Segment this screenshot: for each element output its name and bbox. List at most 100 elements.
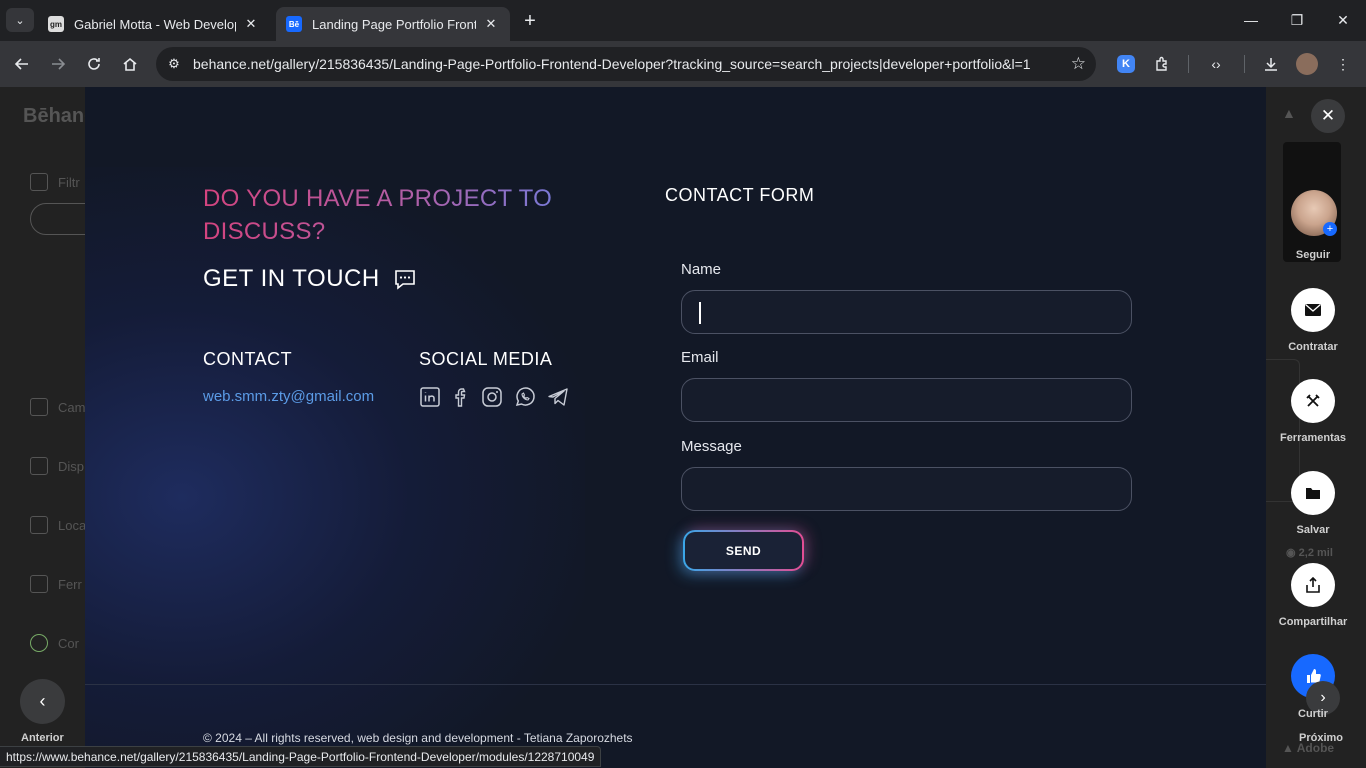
footer-divider bbox=[85, 684, 1266, 685]
text-cursor bbox=[699, 302, 701, 324]
tools-button[interactable] bbox=[1291, 379, 1335, 423]
tab-title: Landing Page Portfolio Frontend bbox=[312, 16, 476, 32]
save-button[interactable] bbox=[1291, 471, 1335, 515]
save-label: Salvar bbox=[1296, 524, 1330, 536]
filter-item: Filtr bbox=[30, 173, 80, 191]
side-item: Disp bbox=[30, 457, 84, 475]
background-glow bbox=[85, 167, 585, 767]
tools-label: Ferramentas bbox=[1279, 432, 1347, 444]
telegram-icon[interactable] bbox=[547, 386, 569, 408]
owner-card[interactable]: + bbox=[1283, 142, 1341, 262]
folder-icon bbox=[1306, 488, 1320, 499]
share-icon bbox=[1306, 577, 1320, 593]
social-media-heading: SOCIAL MEDIA bbox=[419, 349, 553, 369]
side-item: Loca bbox=[30, 516, 86, 534]
views-count: ◉ 2,2 mil bbox=[1286, 547, 1333, 559]
side-item-label: Cam bbox=[58, 399, 86, 415]
side-item-label: Ferr bbox=[58, 576, 82, 592]
home-button[interactable] bbox=[116, 50, 144, 78]
close-tab-icon[interactable]: ✕ bbox=[482, 15, 500, 33]
devtools-code-icon[interactable]: ‹› bbox=[1205, 53, 1227, 75]
toolbar-divider bbox=[1188, 55, 1189, 73]
follow-plus-icon[interactable]: + bbox=[1323, 222, 1337, 236]
url-text: behance.net/gallery/215836435/Landing-Pa… bbox=[193, 56, 1031, 72]
close-modal-button[interactable]: ✕ bbox=[1311, 99, 1345, 133]
side-item: Ferr bbox=[30, 575, 82, 593]
get-in-touch-heading: GET IN TOUCH bbox=[203, 265, 416, 293]
minimize-button[interactable]: ― bbox=[1228, 6, 1274, 34]
get-in-touch-text: GET IN TOUCH bbox=[203, 265, 380, 292]
arrow-left-icon bbox=[14, 58, 28, 70]
adobe-footer-logo: ▲ Adobe bbox=[1282, 741, 1335, 755]
previous-label: Anterior bbox=[21, 732, 64, 744]
restore-button[interactable]: ❐ bbox=[1274, 6, 1320, 34]
contact-heading: CONTACT bbox=[203, 349, 293, 369]
home-icon bbox=[123, 57, 137, 71]
project-modal: DO YOU HAVE A PROJECT TO DISCUSS? GET IN… bbox=[85, 87, 1266, 768]
views-value: 2,2 mil bbox=[1298, 547, 1333, 559]
chevron-right-icon: › bbox=[1320, 689, 1326, 706]
linkedin-icon[interactable] bbox=[419, 386, 441, 408]
tools-icon bbox=[1306, 394, 1320, 407]
behance-page: Bēhance Filtr Cam Disp Loca Ferr Cor ‹ A… bbox=[0, 87, 1366, 768]
tab-search-button[interactable]: ⌄ bbox=[6, 8, 34, 32]
toolbar-divider bbox=[1244, 55, 1245, 73]
facebook-icon[interactable] bbox=[452, 386, 470, 408]
hire-button[interactable] bbox=[1291, 288, 1335, 332]
side-item: Cam bbox=[30, 398, 85, 416]
chevron-left-icon: ‹ bbox=[39, 691, 46, 711]
project-headline: DO YOU HAVE A PROJECT TO DISCUSS? bbox=[203, 182, 583, 248]
contact-email-link[interactable]: web.smm.zty@gmail.com bbox=[203, 388, 374, 405]
side-item-label: Cor bbox=[58, 635, 79, 651]
social-icons bbox=[419, 386, 569, 408]
bookmark-star-icon[interactable]: ☆ bbox=[1071, 54, 1086, 74]
behance-favicon: Bē bbox=[286, 16, 302, 32]
send-button[interactable]: SEND bbox=[683, 530, 804, 571]
location-icon bbox=[30, 516, 48, 534]
search-icon bbox=[30, 457, 48, 475]
email-field[interactable] bbox=[681, 378, 1132, 422]
reload-icon bbox=[88, 58, 100, 70]
tab-gabriel-motta[interactable]: gm Gabriel Motta - Web Developer ✕ bbox=[38, 7, 270, 41]
download-icon[interactable] bbox=[1260, 53, 1282, 75]
follow-label[interactable]: Seguir bbox=[1266, 249, 1360, 261]
filter-label: Filtr bbox=[58, 174, 80, 190]
name-field[interactable] bbox=[681, 290, 1132, 334]
action-rail: ▲ ✕ + Seguir Contratar Ferramentas Salva… bbox=[1266, 87, 1366, 768]
contact-form-heading: CONTACT FORM bbox=[665, 185, 815, 205]
share-button[interactable] bbox=[1291, 563, 1335, 607]
share-label: Compartilhar bbox=[1278, 616, 1348, 628]
instagram-icon[interactable] bbox=[481, 386, 503, 408]
close-tab-icon[interactable]: ✕ bbox=[242, 15, 260, 33]
color-wheel-icon bbox=[30, 634, 48, 652]
whatsapp-icon[interactable] bbox=[514, 386, 536, 408]
previous-project-button[interactable]: ‹ bbox=[20, 679, 65, 724]
chevron-down-icon: ⌄ bbox=[15, 14, 25, 27]
address-bar[interactable]: ⚙ behance.net/gallery/215836435/Landing-… bbox=[156, 47, 1096, 81]
back-button[interactable] bbox=[8, 50, 36, 78]
name-label: Name bbox=[681, 261, 722, 278]
tab-favicon: gm bbox=[48, 16, 64, 32]
extensions-puzzle-icon[interactable] bbox=[1151, 53, 1173, 75]
chat-bubble-icon bbox=[394, 270, 415, 290]
site-info-icon[interactable]: ⚙ bbox=[164, 54, 184, 74]
adobe-logo-icon: ▲ bbox=[1282, 105, 1296, 121]
kebab-menu-icon[interactable]: ⋮ bbox=[1332, 53, 1354, 75]
profile-avatar[interactable] bbox=[1296, 53, 1318, 75]
arrow-right-icon bbox=[52, 58, 66, 70]
side-item: Cor bbox=[30, 634, 79, 652]
adobe-text: Adobe bbox=[1296, 741, 1335, 755]
extension-k-icon[interactable]: K bbox=[1117, 55, 1135, 73]
reload-button[interactable] bbox=[80, 50, 108, 78]
close-icon: ✕ bbox=[1320, 106, 1336, 125]
hire-label: Contratar bbox=[1288, 341, 1338, 353]
new-tab-button[interactable]: + bbox=[518, 9, 542, 33]
email-label: Email bbox=[681, 349, 719, 366]
tab-title: Gabriel Motta - Web Developer bbox=[74, 16, 236, 32]
grid-icon bbox=[30, 398, 48, 416]
tab-landing-page[interactable]: Bē Landing Page Portfolio Frontend ✕ bbox=[276, 7, 510, 41]
close-window-button[interactable]: ✕ bbox=[1320, 6, 1366, 34]
filter-icon bbox=[30, 173, 48, 191]
message-field[interactable] bbox=[681, 467, 1132, 511]
forward-button[interactable] bbox=[44, 50, 72, 78]
